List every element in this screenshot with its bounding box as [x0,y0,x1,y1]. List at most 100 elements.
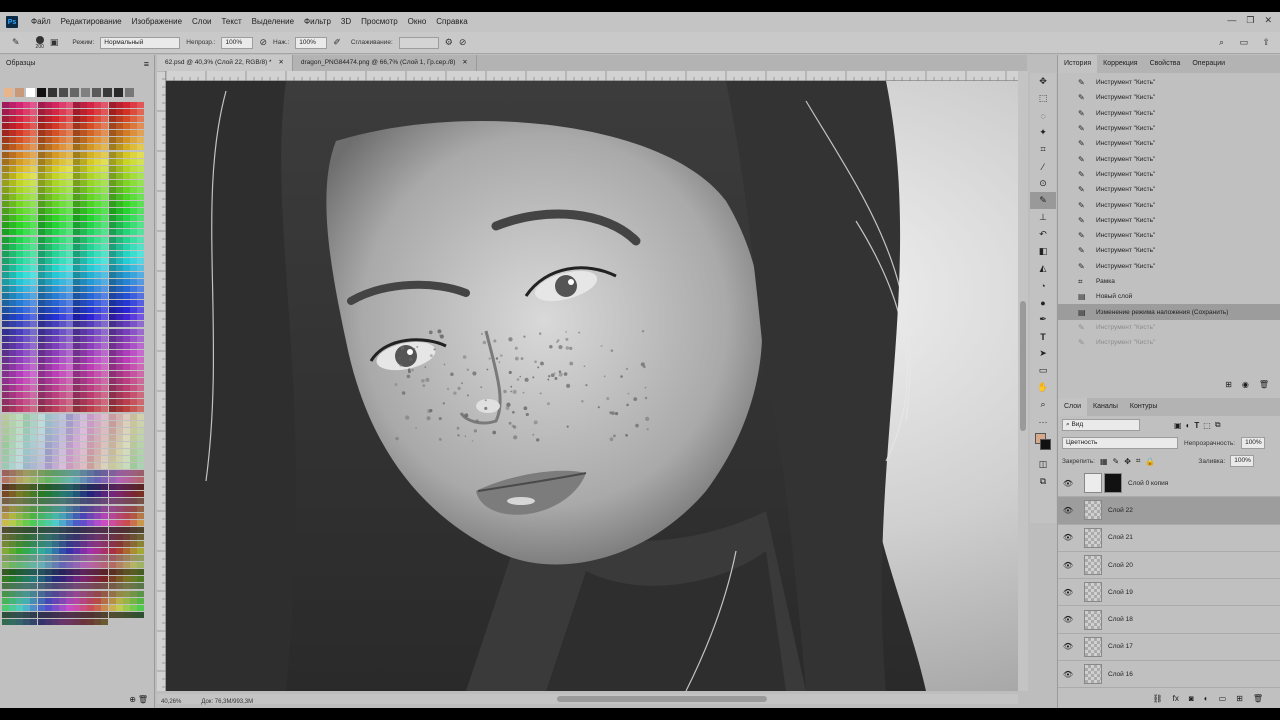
swatch[interactable] [16,215,24,222]
swatch[interactable] [37,597,45,604]
swatch[interactable] [87,201,95,208]
swatch[interactable] [122,448,130,455]
swatch[interactable] [80,576,88,583]
swatch[interactable] [58,548,66,555]
swatch[interactable] [129,569,137,576]
swatch[interactable] [16,250,24,257]
filter-pixel-icon[interactable]: ▣ [1174,421,1182,430]
swatch[interactable] [44,548,52,555]
swatch[interactable] [51,264,59,271]
swatch[interactable] [115,562,123,569]
lock-all-icon[interactable]: 🔒 [1145,457,1155,466]
swatch[interactable] [136,286,144,293]
swatch[interactable] [122,548,130,555]
swatch[interactable] [136,130,144,137]
swatch[interactable] [101,406,109,413]
swatch[interactable] [23,363,31,370]
swatch[interactable] [2,194,9,201]
swatch[interactable] [94,604,102,611]
swatch[interactable] [30,321,38,328]
swatch[interactable] [9,264,17,271]
swatch[interactable] [129,165,137,172]
swatch[interactable] [136,548,144,555]
swatch[interactable] [108,555,116,562]
swatch[interactable] [129,243,137,250]
swatch[interactable] [108,597,116,604]
swatch[interactable] [73,342,80,349]
swatch[interactable] [136,371,144,378]
swatch[interactable] [115,137,123,144]
history-item[interactable]: ✎ Инструмент "Кисть" [1058,167,1280,182]
swatch[interactable] [122,229,130,236]
swatch[interactable] [73,208,80,215]
swatch[interactable] [136,505,144,512]
swatch[interactable] [16,548,24,555]
swatch[interactable] [108,342,116,349]
swatch[interactable] [16,236,24,243]
swatch[interactable] [30,293,38,300]
swatch[interactable] [44,130,52,137]
swatch[interactable] [136,215,144,222]
swatch[interactable] [136,158,144,165]
swatch[interactable] [37,562,45,569]
swatch[interactable] [136,102,144,108]
eye-icon[interactable]: 👁 [1058,479,1078,488]
swatch[interactable] [122,328,130,335]
swatch[interactable] [109,619,116,625]
swatch[interactable] [108,548,116,555]
swatch[interactable] [30,158,38,165]
swatch[interactable] [136,264,144,271]
swatch[interactable] [73,611,80,618]
swatch[interactable] [9,236,17,243]
swatch[interactable] [44,271,52,278]
swatch[interactable] [115,109,123,116]
swatch[interactable] [51,363,59,370]
swatch[interactable] [23,456,31,462]
swatch[interactable] [58,590,66,597]
tab-actions[interactable]: Операции [1186,55,1231,73]
swatch[interactable] [58,286,66,293]
swatch[interactable] [16,611,24,618]
swatch[interactable] [101,448,109,455]
filter-smart-icon[interactable]: ⧉ [1215,420,1221,430]
swatch[interactable] [136,208,144,215]
swatch[interactable] [30,257,38,264]
swatch[interactable] [115,420,123,427]
swatch[interactable] [2,243,9,250]
swatch[interactable] [80,533,88,540]
swatch[interactable] [65,533,73,540]
swatch[interactable] [30,611,38,618]
swatch[interactable] [73,356,80,363]
swatch[interactable] [122,363,130,370]
swatch[interactable] [80,172,88,179]
swatch[interactable] [2,562,9,569]
swatch[interactable] [80,399,88,406]
swatch[interactable] [115,491,123,498]
swatch[interactable] [108,441,116,448]
swatch[interactable] [129,548,137,555]
swatch[interactable] [16,151,24,158]
swatch[interactable] [16,562,24,569]
swatch[interactable] [44,406,52,413]
swatch[interactable] [87,293,95,300]
swatch[interactable] [58,130,66,137]
swatch[interactable] [87,363,95,370]
swatch[interactable] [65,470,73,477]
swatch[interactable] [44,342,52,349]
swatch[interactable] [108,385,116,392]
swatch[interactable] [87,590,95,597]
swatch[interactable] [136,194,144,201]
swatch[interactable] [51,300,59,307]
swatch[interactable] [16,229,24,236]
swatch[interactable] [30,498,38,505]
pen-tool-icon[interactable]: ✒ [1030,311,1056,328]
swatch[interactable] [37,356,45,363]
swatch[interactable] [37,88,46,97]
swatch[interactable] [37,250,45,257]
swatch[interactable] [37,505,45,512]
swatch[interactable] [30,463,38,470]
swatch[interactable] [9,165,17,172]
swatch[interactable] [65,583,73,590]
swatch[interactable] [58,434,66,441]
swatch[interactable] [58,441,66,448]
